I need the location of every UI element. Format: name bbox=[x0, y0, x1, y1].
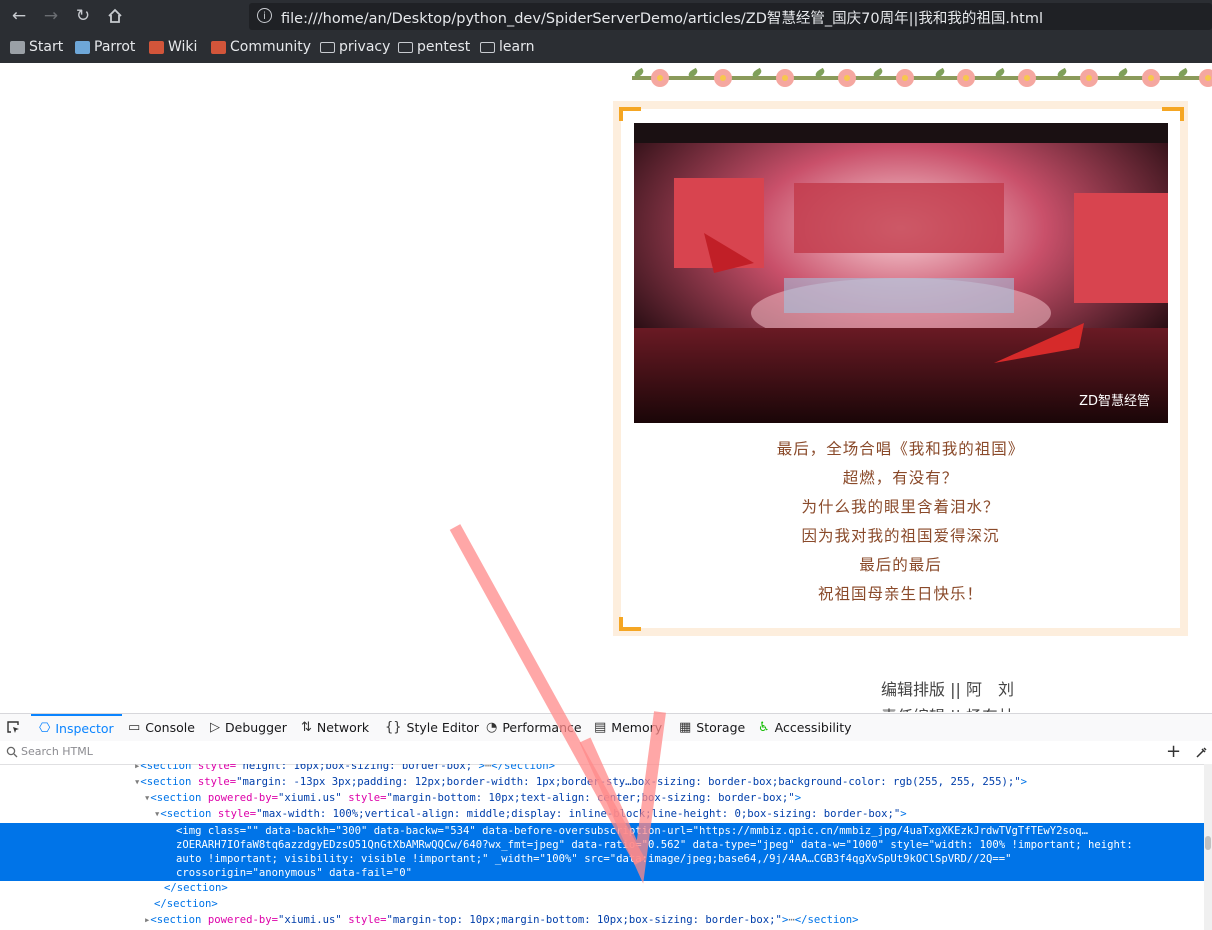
bookmark-community[interactable]: Community bbox=[211, 39, 311, 55]
corner-bracket-bottom-left bbox=[619, 617, 641, 631]
tab-storage[interactable]: ▦ Storage bbox=[679, 714, 745, 741]
accessibility-icon: ♿ bbox=[758, 720, 770, 735]
element-picker-button[interactable] bbox=[6, 714, 21, 741]
flower-decoration bbox=[1080, 69, 1098, 87]
markup-node[interactable]: </section> bbox=[164, 882, 228, 894]
bookmark-parrot[interactable]: Parrot bbox=[75, 39, 135, 55]
selected-img-node[interactable]: <img class="" data-backh="300" data-back… bbox=[0, 823, 1204, 881]
wiki-icon bbox=[149, 40, 164, 54]
url-bar[interactable]: i file:///home/an/Desktop/python_dev/Spi… bbox=[249, 3, 1212, 30]
flower-decoration bbox=[776, 69, 794, 87]
folder-icon bbox=[480, 41, 495, 53]
flower-decoration bbox=[1018, 69, 1036, 87]
bookmark-wiki[interactable]: Wiki bbox=[149, 39, 197, 55]
tab-performance[interactable]: ◔ Performance bbox=[486, 714, 582, 741]
caption-line: 超燃，有没有？ bbox=[842, 469, 959, 487]
tab-inspector[interactable]: ⎔ Inspector bbox=[31, 714, 122, 741]
search-html-input[interactable]: Search HTML bbox=[21, 745, 93, 758]
caption-line: 最后的最后 bbox=[859, 556, 942, 574]
flower-decoration bbox=[957, 69, 975, 87]
scrollbar-thumb[interactable] bbox=[1205, 836, 1211, 850]
debugger-icon: ▷ bbox=[210, 720, 220, 735]
markup-scrollbar[interactable] bbox=[1204, 764, 1212, 930]
eyedropper-icon[interactable] bbox=[1195, 746, 1208, 759]
memory-icon: ▤ bbox=[594, 720, 607, 735]
bookmark-start[interactable]: Start bbox=[10, 39, 63, 55]
corner-bracket-top-left bbox=[619, 107, 641, 121]
markup-node[interactable]: </section> bbox=[154, 898, 218, 910]
storage-icon: ▦ bbox=[679, 720, 692, 735]
performance-icon: ◔ bbox=[486, 720, 498, 735]
caption-line: 因为我对我的祖国爱得深沉 bbox=[801, 527, 1000, 545]
tab-style-editor[interactable]: {} Style Editor bbox=[385, 714, 479, 741]
home-button[interactable] bbox=[102, 5, 128, 27]
star-icon bbox=[10, 40, 25, 54]
url-text: file:///home/an/Desktop/python_dev/Spide… bbox=[281, 11, 1043, 27]
inspector-icon: ⎔ bbox=[39, 721, 51, 736]
markup-node[interactable]: ▾<section powered-by="xiumi.us" style="m… bbox=[144, 792, 801, 804]
info-icon[interactable]: i bbox=[257, 8, 272, 23]
home-icon bbox=[108, 8, 122, 23]
style-editor-icon: {} bbox=[385, 720, 402, 735]
editor-credit: 编辑排版 || 阿 刘 bbox=[881, 680, 1014, 699]
search-icon bbox=[6, 746, 18, 758]
community-icon bbox=[211, 40, 226, 54]
browser-toolbar: ← → ↻ i file:///home/an/Desktop/python_d… bbox=[0, 0, 1212, 63]
bookmark-learn[interactable]: learn bbox=[480, 39, 534, 55]
markup-node[interactable]: ▾<section style="margin: -13px 3px;paddi… bbox=[134, 776, 1027, 788]
parrot-icon bbox=[75, 40, 90, 54]
flower-decoration bbox=[1199, 69, 1212, 87]
bookmarks-bar: Start Parrot Wiki Community privacy pent… bbox=[0, 36, 1212, 60]
tab-network[interactable]: ⇅ Network bbox=[301, 714, 369, 741]
reload-button[interactable]: ↻ bbox=[70, 5, 96, 27]
flower-decoration bbox=[896, 69, 914, 87]
element-picker-icon bbox=[7, 721, 19, 733]
search-html-bar[interactable]: Search HTML + bbox=[0, 741, 1212, 765]
folder-icon bbox=[320, 41, 335, 53]
bookmark-pentest[interactable]: pentest bbox=[398, 39, 470, 55]
caption-line: 最后，全场合唱《我和我的祖国》 bbox=[776, 440, 1025, 458]
flower-decoration bbox=[651, 69, 669, 87]
tab-console[interactable]: ▭ Console bbox=[128, 714, 195, 741]
caption-line: 为什么我的眼里含着泪水？ bbox=[801, 498, 1000, 516]
devtools-toolbar: ⎔ Inspector ▭ Console ▷ Debugger ⇅ Netwo… bbox=[0, 713, 1212, 742]
tab-debugger[interactable]: ▷ Debugger bbox=[210, 714, 287, 741]
back-button[interactable]: ← bbox=[6, 5, 32, 27]
flower-decoration bbox=[838, 69, 856, 87]
article-photo: ZD智慧经管 bbox=[634, 123, 1168, 423]
flower-decoration bbox=[1142, 69, 1160, 87]
corner-bracket-top-right bbox=[1162, 107, 1184, 121]
bookmark-privacy[interactable]: privacy bbox=[320, 39, 390, 55]
console-icon: ▭ bbox=[128, 720, 141, 735]
caption-line: 祝祖国母亲生日快乐！ bbox=[817, 585, 983, 603]
flower-decoration bbox=[714, 69, 732, 87]
network-icon: ⇅ bbox=[301, 720, 312, 735]
markup-node[interactable]: ▾<section style="max-width: 100%;vertica… bbox=[154, 808, 907, 820]
editor-credit-2: 责任编辑 || 杨东林 bbox=[881, 703, 1014, 712]
photo-watermark: ZD智慧经管 bbox=[1079, 394, 1150, 409]
markup-node[interactable]: ▸<section style="height: 16px;box-sizing… bbox=[134, 764, 555, 772]
add-node-icon[interactable]: + bbox=[1166, 741, 1181, 762]
back-arrow-icon: ← bbox=[11, 6, 27, 26]
reload-icon: ↻ bbox=[75, 6, 91, 26]
forward-arrow-icon: → bbox=[43, 6, 59, 26]
tab-accessibility[interactable]: ♿ Accessibility bbox=[758, 714, 852, 741]
folder-icon bbox=[398, 41, 413, 53]
markup-node[interactable]: ▸<section powered-by="xiumi.us" style="m… bbox=[144, 914, 859, 926]
forward-button[interactable]: → bbox=[38, 5, 64, 27]
tab-memory[interactable]: ▤ Memory bbox=[594, 714, 662, 741]
